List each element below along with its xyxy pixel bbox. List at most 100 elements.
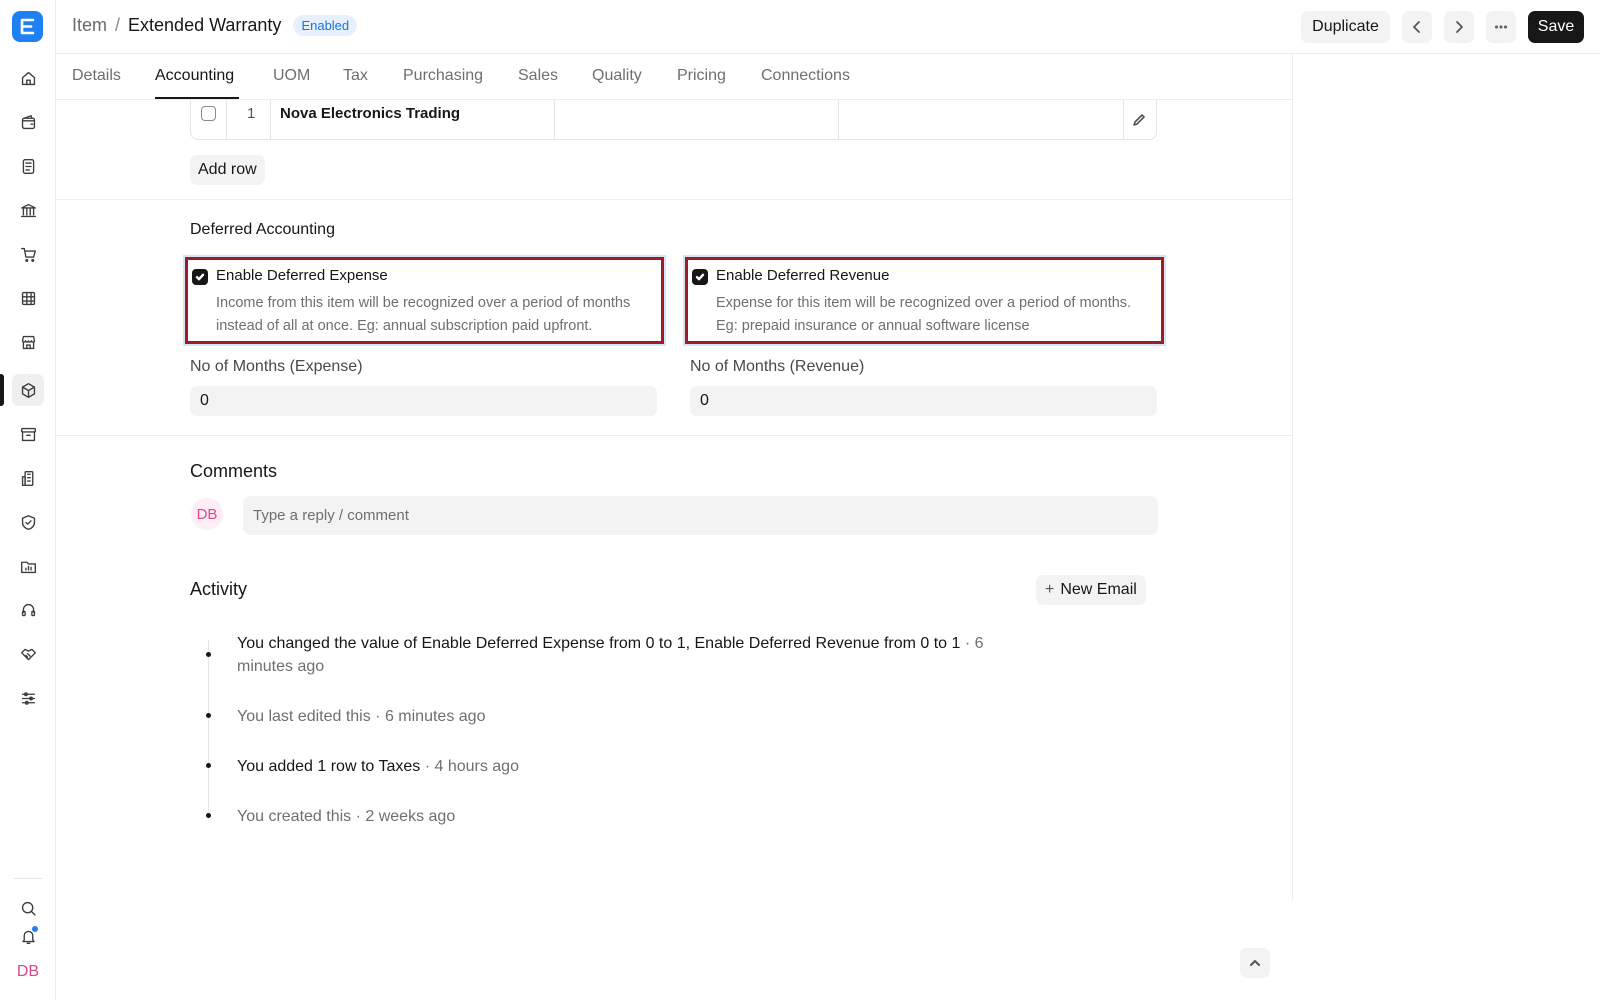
row-index: 1 bbox=[247, 105, 256, 122]
activity-time: minutes ago bbox=[237, 658, 325, 675]
sliders-icon[interactable] bbox=[12, 682, 44, 714]
cell-divider bbox=[270, 100, 271, 139]
handshake-icon[interactable] bbox=[12, 638, 44, 670]
bank-icon[interactable] bbox=[12, 194, 44, 226]
app-logo[interactable] bbox=[12, 11, 43, 42]
enable-deferred-expense-label[interactable]: Enable Deferred Expense bbox=[216, 267, 388, 284]
activity-item: You added 1 row to Taxes · 4 hours ago bbox=[237, 755, 519, 778]
chevron-up-icon bbox=[1250, 960, 1260, 966]
cell-divider bbox=[838, 100, 839, 139]
description-line: Income from this item will be recognized… bbox=[216, 295, 631, 311]
timeline-dot bbox=[206, 713, 211, 718]
ellipsis-icon bbox=[1494, 25, 1507, 29]
user-avatar[interactable]: DB bbox=[12, 956, 44, 988]
description-line: Expense for this item will be recognized… bbox=[716, 295, 1132, 311]
comment-input[interactable]: Type a reply / comment bbox=[243, 496, 1158, 535]
wallet-icon[interactable] bbox=[12, 106, 44, 138]
description-line: instead of all at once. Eg: annual subsc… bbox=[216, 318, 593, 334]
activity-item: You created this · 2 weeks ago bbox=[237, 805, 455, 828]
new-email-button[interactable]: + New Email bbox=[1036, 575, 1146, 605]
tab-quality[interactable]: Quality bbox=[592, 67, 642, 85]
page-header: Item / Extended Warranty Enabled Duplica… bbox=[56, 0, 1600, 54]
section-title-deferred-accounting: Deferred Accounting bbox=[190, 221, 335, 238]
active-tab-indicator bbox=[155, 97, 239, 99]
new-email-label: New Email bbox=[1060, 581, 1137, 598]
next-button[interactable] bbox=[1444, 11, 1474, 43]
status-badge: Enabled bbox=[293, 15, 358, 36]
cart-icon[interactable] bbox=[12, 238, 44, 270]
sidebar-separator bbox=[14, 878, 42, 879]
breadcrumb-parent-link[interactable]: Item bbox=[72, 15, 107, 36]
building-icon[interactable] bbox=[12, 462, 44, 494]
activity-text: You last edited this bbox=[237, 708, 371, 725]
tab-sales[interactable]: Sales bbox=[518, 67, 558, 85]
activity-time: · 6 bbox=[960, 635, 984, 652]
cell-divider bbox=[226, 100, 227, 139]
sidebar-active-indicator bbox=[0, 374, 4, 406]
table-row[interactable]: 1 Nova Electronics Trading bbox=[190, 100, 1157, 140]
section-divider bbox=[56, 435, 1292, 436]
deferred-expense-description: Income from this item will be recognized… bbox=[216, 292, 630, 338]
tab-purchasing[interactable]: Purchasing bbox=[403, 67, 483, 85]
enable-deferred-revenue-checkbox[interactable] bbox=[692, 269, 708, 285]
description-line: Eg: prepaid insurance or annual software… bbox=[716, 318, 1030, 334]
home-icon[interactable] bbox=[12, 62, 44, 94]
timeline-line bbox=[208, 640, 209, 820]
tab-pricing[interactable]: Pricing bbox=[677, 67, 726, 85]
headset-icon[interactable] bbox=[12, 594, 44, 626]
tab-accounting[interactable]: Accounting bbox=[155, 67, 234, 85]
archive-icon[interactable] bbox=[12, 418, 44, 450]
page-title: Extended Warranty bbox=[128, 15, 282, 35]
tab-details[interactable]: Details bbox=[72, 67, 121, 85]
timeline-dot bbox=[206, 813, 211, 818]
scroll-to-top-button[interactable] bbox=[1240, 948, 1270, 978]
tab-uom[interactable]: UOM bbox=[273, 67, 310, 85]
avatar: DB bbox=[191, 498, 223, 530]
sidebar: DB bbox=[0, 0, 56, 1000]
tab-tax[interactable]: Tax bbox=[343, 67, 368, 85]
section-divider bbox=[56, 199, 1292, 200]
previous-button[interactable] bbox=[1402, 11, 1432, 43]
months-expense-input[interactable]: 0 bbox=[190, 386, 657, 416]
save-button[interactable]: Save bbox=[1528, 11, 1584, 43]
timeline-dot bbox=[206, 763, 211, 768]
row-select-checkbox[interactable] bbox=[201, 106, 216, 121]
enable-deferred-expense-checkbox[interactable] bbox=[192, 269, 208, 285]
store-icon[interactable] bbox=[12, 326, 44, 358]
plus-icon: + bbox=[1045, 581, 1055, 598]
cell-divider bbox=[554, 100, 555, 139]
activity-text: You changed the value of Enable Deferred… bbox=[237, 635, 961, 652]
breadcrumb: Item / Extended Warranty Enabled bbox=[72, 15, 358, 36]
add-row-button[interactable]: Add row bbox=[190, 155, 265, 185]
months-revenue-input[interactable]: 0 bbox=[690, 386, 1157, 416]
activity-text: You added 1 row to Taxes bbox=[237, 758, 421, 775]
bell-icon[interactable] bbox=[12, 920, 44, 952]
check-icon bbox=[695, 273, 705, 281]
folder-chart-icon[interactable] bbox=[12, 550, 44, 582]
enable-deferred-revenue-label[interactable]: Enable Deferred Revenue bbox=[716, 267, 889, 284]
table-icon[interactable] bbox=[12, 282, 44, 314]
box-icon[interactable] bbox=[12, 374, 44, 406]
shield-icon[interactable] bbox=[12, 506, 44, 538]
more-actions-button[interactable] bbox=[1486, 11, 1516, 43]
activity-item: You last edited this · 6 minutes ago bbox=[237, 705, 485, 728]
deferred-revenue-description: Expense for this item will be recognized… bbox=[716, 292, 1131, 338]
activity-text: You created this bbox=[237, 808, 352, 825]
chevron-left-icon bbox=[1413, 21, 1420, 33]
activity-time: · 2 weeks ago bbox=[351, 808, 456, 825]
row-edit-button[interactable] bbox=[1122, 100, 1156, 139]
timeline-dot bbox=[206, 652, 211, 657]
document-icon[interactable] bbox=[12, 150, 44, 182]
tab-connections[interactable]: Connections bbox=[761, 67, 850, 85]
comments-title: Comments bbox=[190, 461, 278, 481]
activity-title: Activity bbox=[190, 579, 248, 599]
tab-bar: Details Accounting UOM Tax Purchasing Sa… bbox=[56, 54, 1292, 100]
row-customer-name[interactable]: Nova Electronics Trading bbox=[280, 105, 460, 122]
months-expense-label: No of Months (Expense) bbox=[190, 358, 363, 375]
notification-dot bbox=[31, 925, 39, 933]
sidebar-panel-divider bbox=[1292, 54, 1293, 900]
duplicate-button[interactable]: Duplicate bbox=[1301, 11, 1390, 43]
deferred-expense-highlight: Enable Deferred Expense Income from this… bbox=[185, 257, 664, 344]
deferred-revenue-highlight: Enable Deferred Revenue Expense for this… bbox=[685, 257, 1164, 344]
activity-time: · 4 hours ago bbox=[420, 758, 519, 775]
